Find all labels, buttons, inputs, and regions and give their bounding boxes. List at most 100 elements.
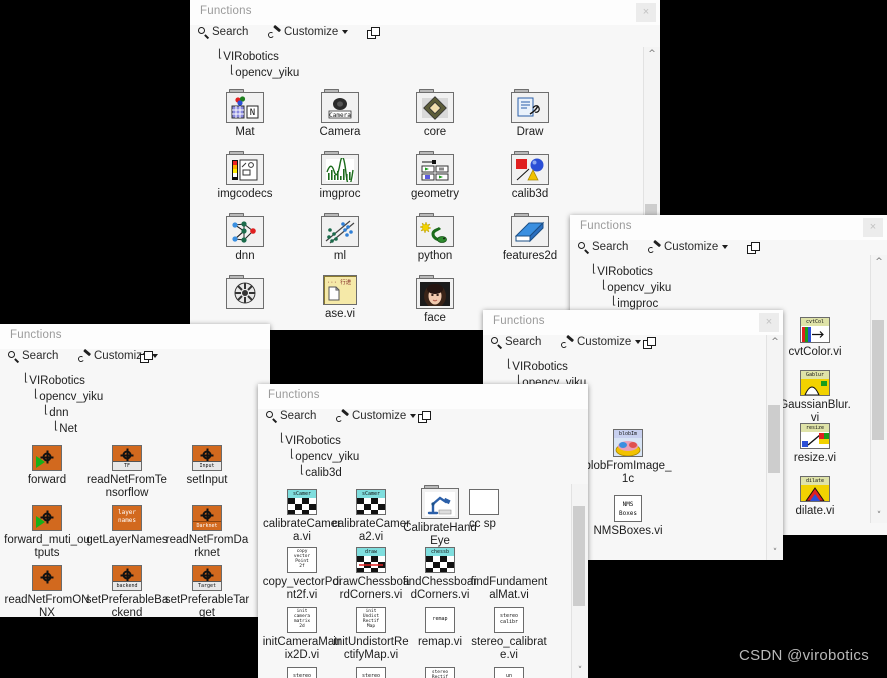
breadcrumb-item[interactable]: ⌊VIRobotics — [507, 357, 783, 375]
breadcrumb-item[interactable]: ⌊Net — [24, 419, 270, 437]
search-label: Search — [280, 410, 317, 422]
palette-item[interactable]: cvtCol cvtColor.vi — [778, 317, 852, 359]
palette-item[interactable]: layer names getLayerNames — [84, 505, 170, 547]
palette-item[interactable]: init Undist Rectif Map initUndistortRectify… — [331, 607, 411, 662]
breadcrumb-item[interactable]: ⌊VIRobotics — [280, 431, 588, 449]
palette-item[interactable]: draw drawChessboardCorners.vi — [331, 547, 411, 602]
palette-item[interactable]: forward_muti_outputs — [4, 505, 90, 560]
palette-item-label: calibrateCamera2.vi — [332, 518, 410, 543]
titlebar[interactable]: Functions — [0, 324, 270, 349]
palette-item[interactable] — [202, 275, 288, 312]
scroll-down-icon[interactable]: ˅ — [871, 509, 887, 523]
palette-item[interactable]: python — [392, 213, 478, 263]
palette-item[interactable]: dnn — [202, 213, 288, 263]
customize-button[interactable]: Customize — [336, 410, 417, 422]
scroll-up-icon[interactable]: ^ — [767, 335, 783, 349]
features2d-folder-icon — [511, 213, 549, 247]
palette-item[interactable]: dilate dilate.vi — [778, 476, 852, 518]
palette-item[interactable]: copy vector Point 2f copy_vectorPoint2f.vi — [262, 547, 342, 602]
palette-item[interactable]: Gablur GaussianBlur.vi — [778, 370, 852, 425]
customize-label: Customize — [352, 410, 407, 422]
palette-item[interactable]: sCamer calibrateCamera2.vi — [331, 489, 411, 544]
close-icon[interactable]: × — [759, 313, 779, 332]
palette-item[interactable]: imgcodecs — [202, 151, 288, 201]
vertical-scrollbar[interactable]: ˅ — [571, 484, 588, 678]
palette-item[interactable]: CalibrateHandEye — [400, 485, 480, 548]
restore-window-button[interactable] — [418, 411, 433, 424]
customize-button[interactable]: Customize — [648, 241, 729, 253]
breadcrumb-item[interactable]: ⌊VIRobotics — [218, 47, 660, 65]
close-icon[interactable]: × — [863, 218, 883, 237]
search-button[interactable]: Search — [266, 410, 316, 422]
palette-item[interactable]: core — [392, 89, 478, 139]
palette-item[interactable]: stereoRectifUncalib stereoRectifyUncalib… — [400, 667, 480, 678]
palette-item[interactable]: Camera Camera — [297, 89, 383, 139]
palette-item[interactable]: resize resize.vi — [778, 423, 852, 465]
breadcrumb-item[interactable]: ⌊calib3d — [280, 463, 588, 481]
palette-item[interactable]: calib3d — [487, 151, 573, 201]
breadcrumb-item[interactable]: ⌊opencv_yiku — [280, 447, 588, 465]
palette-item[interactable]: face — [392, 275, 478, 325]
palette-item[interactable]: sCamer calibrateCamera.vi — [262, 489, 342, 544]
palette-item[interactable]: ··· 行进 ase.vi — [297, 275, 383, 321]
breadcrumb-item[interactable]: ⌊VIRobotics — [592, 262, 887, 280]
breadcrumb-item[interactable]: ⌊opencv_yiku — [592, 278, 887, 296]
titlebar[interactable]: Functions × — [570, 215, 887, 240]
breadcrumb-item[interactable]: ⌊opencv_yiku — [218, 63, 660, 81]
palette-item[interactable]: stereocalibr stereoCalibrate.vi — [262, 667, 342, 678]
search-button[interactable]: Search — [491, 336, 541, 348]
scroll-up-icon[interactable]: ^ — [871, 255, 887, 269]
restore-window-button[interactable] — [747, 242, 762, 255]
breadcrumb-item[interactable]: ⌊dnn — [24, 403, 270, 421]
scroll-up-icon[interactable]: ^ — [644, 47, 660, 61]
scrollbar-thumb[interactable] — [872, 320, 884, 440]
palette-item[interactable]: imgproc — [297, 151, 383, 201]
palette-item[interactable]: remap remap.vi — [400, 607, 480, 649]
vertical-scrollbar[interactable]: ^ ˅ — [870, 255, 887, 523]
vertical-scrollbar[interactable]: ^ ˅ — [766, 335, 783, 560]
titlebar[interactable]: Functions × — [190, 0, 660, 25]
breadcrumb-item[interactable]: ⌊opencv_yiku — [24, 387, 270, 405]
scrollbar-thumb[interactable] — [573, 506, 585, 606]
palette-item[interactable]: chessb findChessboardCorners.vi — [400, 547, 480, 602]
palette-item[interactable]: Input setInput — [164, 445, 250, 487]
palette-item[interactable]: undistor undistort.vi — [469, 667, 549, 678]
search-button[interactable]: Search — [578, 241, 628, 253]
scroll-down-icon[interactable]: ˅ — [572, 664, 588, 678]
palette-item[interactable]: init camera matrix 2d initCameraMatrix2D.vi — [262, 607, 342, 662]
palette-item[interactable]: N Mat — [202, 89, 288, 139]
palette-item[interactable]: TF readNetFromTensorflow — [84, 445, 170, 500]
palette-item[interactable]: cc sp — [469, 489, 549, 531]
palette-item[interactable]: Darknet readNetFromDarknet — [164, 505, 250, 560]
restore-window-button[interactable] — [643, 337, 658, 350]
palette-item-label: getLayerNames — [86, 534, 168, 546]
palette-item[interactable]: backend setPreferableBackend — [84, 565, 170, 617]
palette-item[interactable]: Target setPreferableTarget — [164, 565, 250, 617]
customize-button[interactable]: Customize — [268, 26, 349, 38]
functions-palette-net[interactable]: Functions Search Customize ⌊VIRobotics ⌊… — [0, 324, 270, 617]
customize-button[interactable]: Customize — [561, 336, 642, 348]
palette-item[interactable]: stereo calibr stereo_calibrate.vi — [469, 607, 549, 662]
titlebar[interactable]: Functions — [258, 384, 588, 409]
palette-item[interactable]: NMS Boxes NMSBoxes.vi — [583, 495, 673, 538]
palette-item-label: core — [423, 126, 447, 138]
titlebar[interactable]: Functions × — [483, 310, 783, 335]
palette-item[interactable]: features2d — [487, 213, 573, 263]
scroll-down-icon[interactable]: ˅ — [767, 546, 783, 560]
restore-window-button[interactable] — [140, 351, 155, 364]
palette-item[interactable]: findFundamentalMat.vi — [469, 547, 549, 602]
palette-item[interactable]: readNetFromONNX — [4, 565, 90, 617]
breadcrumb-item[interactable]: ⌊VIRobotics — [24, 371, 270, 389]
palette-item[interactable]: stereoRectif stereoRectify.vi — [331, 667, 411, 678]
palette-item[interactable]: ml — [297, 213, 383, 263]
search-button[interactable]: Search — [198, 26, 248, 38]
palette-item[interactable]: geometry — [392, 151, 478, 201]
restore-window-button[interactable] — [367, 27, 382, 40]
palette-item[interactable]: Draw — [487, 89, 573, 139]
close-icon[interactable]: × — [636, 3, 656, 22]
functions-palette-calib3d[interactable]: Functions Search Customize ⌊VIRobotics ⌊… — [258, 384, 588, 678]
scrollbar-thumb[interactable] — [768, 405, 780, 473]
palette-item[interactable]: blobIm blobFromImage_1c — [583, 429, 673, 486]
palette-item[interactable]: forward — [4, 445, 90, 487]
search-button[interactable]: Search — [8, 350, 58, 362]
